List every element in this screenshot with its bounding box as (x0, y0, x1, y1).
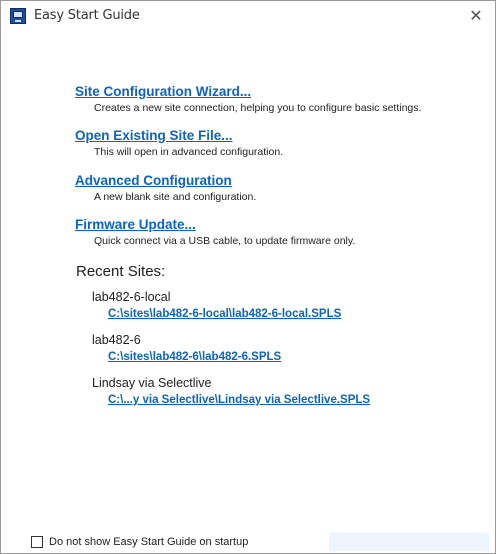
option-firmware-update: Firmware Update... Quick connect via a U… (75, 217, 355, 247)
recent-site-item: lab482-6-local C:\sites\lab482-6-local\l… (92, 290, 341, 320)
site-configuration-wizard-description: Creates a new site connection, helping y… (94, 102, 422, 114)
do-not-show-label[interactable]: Do not show Easy Start Guide on startup (49, 536, 248, 548)
easy-start-guide-window: Easy Start Guide ✕ Site Configuration Wi… (0, 0, 496, 554)
activation-watermark (329, 533, 489, 551)
option-site-configuration-wizard: Site Configuration Wizard... Creates a n… (75, 84, 421, 114)
do-not-show-checkbox[interactable] (31, 536, 43, 548)
firmware-update-link[interactable]: Firmware Update... (75, 217, 355, 232)
app-monitor-icon (10, 8, 26, 24)
open-existing-site-file-link[interactable]: Open Existing Site File... (75, 128, 283, 143)
recent-site-path-link[interactable]: C:\sites\lab482-6\lab482-6.SPLS (108, 351, 281, 363)
advanced-configuration-link[interactable]: Advanced Configuration (75, 173, 256, 188)
advanced-configuration-description: A new blank site and configuration. (94, 191, 257, 203)
title-bar: Easy Start Guide ✕ (1, 1, 495, 31)
close-icon[interactable]: ✕ (465, 5, 487, 27)
recent-site-path-link[interactable]: C:\sites\lab482-6-local\lab482-6-local.S… (108, 308, 341, 320)
option-advanced-configuration: Advanced Configuration A new blank site … (75, 173, 256, 203)
site-configuration-wizard-link[interactable]: Site Configuration Wizard... (75, 84, 421, 99)
recent-site-path-link[interactable]: C:\...y via Selectlive\Lindsay via Selec… (108, 394, 370, 406)
recent-site-name: lab482-6 (92, 333, 141, 347)
recent-site-item: Lindsay via Selectlive C:\...y via Selec… (92, 376, 370, 406)
open-existing-site-file-description: This will open in advanced configuration… (94, 146, 284, 158)
recent-sites-heading: Recent Sites: (76, 263, 166, 280)
firmware-update-description: Quick connect via a USB cable, to update… (94, 235, 356, 247)
window-title: Easy Start Guide (34, 8, 140, 23)
recent-site-name: lab482-6-local (92, 290, 171, 304)
recent-site-item: lab482-6 C:\sites\lab482-6\lab482-6.SPLS (92, 333, 281, 363)
option-open-existing-site-file: Open Existing Site File... This will ope… (75, 128, 283, 158)
recent-site-name: Lindsay via Selectlive (92, 376, 212, 390)
